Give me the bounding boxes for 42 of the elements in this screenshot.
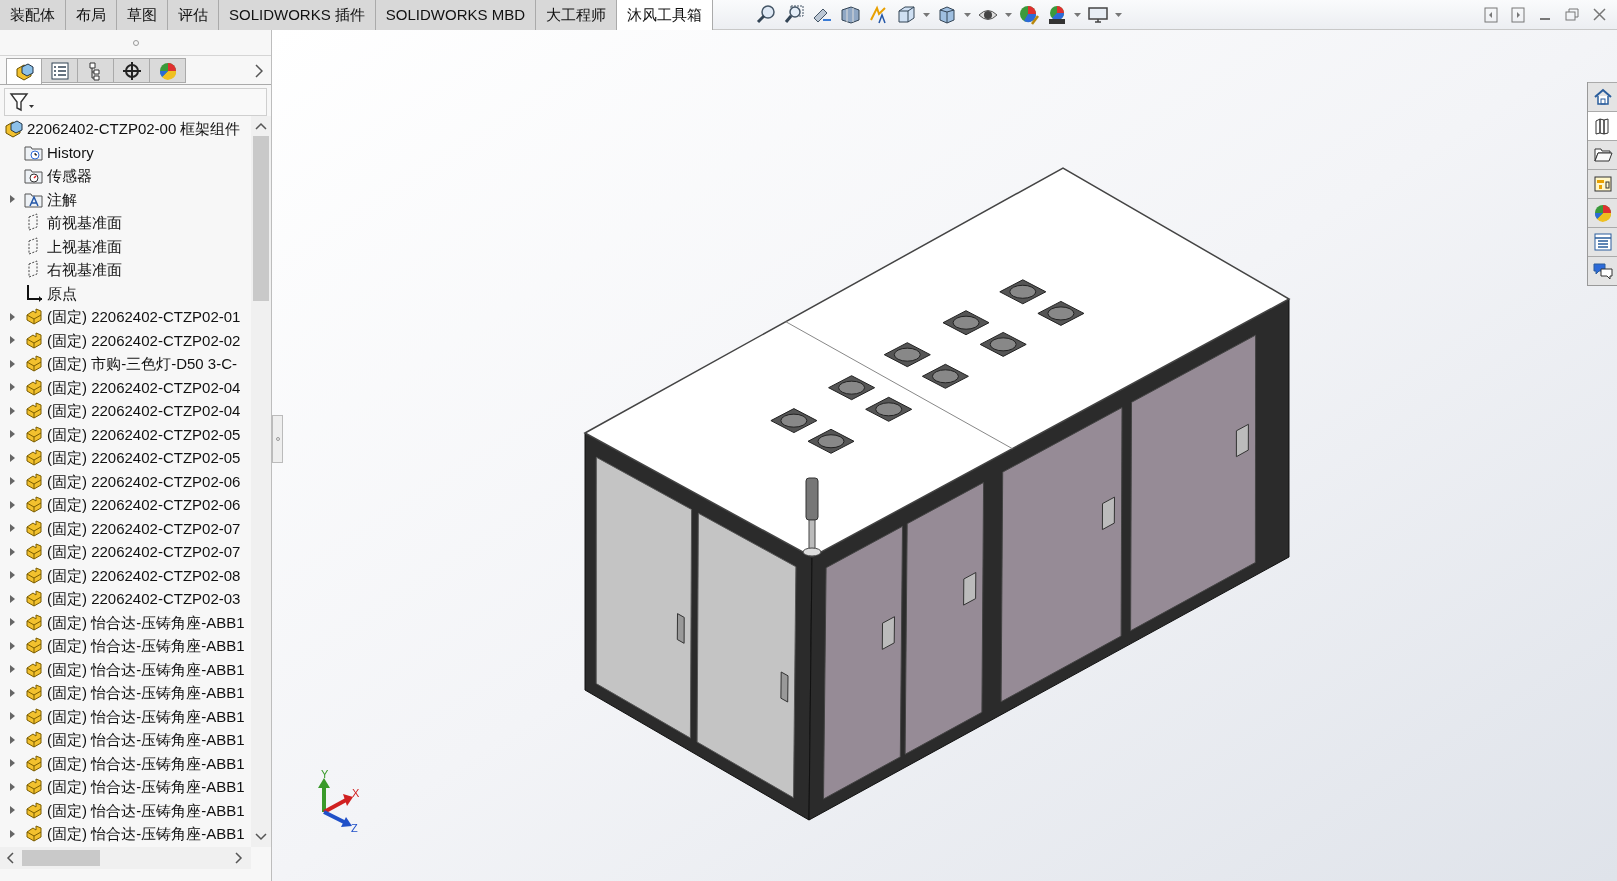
tree-item-label[interactable]: (固定) 22062402-CTZP02-07: [47, 520, 241, 536]
tree-item-label[interactable]: (固定) 22062402-CTZP02-04: [47, 379, 241, 395]
tree-item-label[interactable]: (固定) 怡合达-压铸角座-ABB1: [47, 826, 245, 842]
axis-label: Z: [351, 822, 358, 834]
ribbon-tab[interactable]: 沐风工具箱: [617, 0, 714, 31]
tree-item-label[interactable]: 右视基准面: [47, 262, 122, 278]
tree-item-label[interactable]: (固定) 22062402-CTZP02-03: [47, 591, 241, 607]
ribbon-tab[interactable]: 大工程师: [536, 0, 618, 30]
ribbon-tab[interactable]: 草图: [117, 0, 168, 30]
tree-item-label[interactable]: 传感器: [47, 168, 92, 184]
tree-item-label[interactable]: (固定) 22062402-CTZP02-01: [47, 309, 241, 325]
tree-item-label[interactable]: (固定) 怡合达-压铸角座-ABB1: [47, 802, 245, 818]
axis-label: Y: [321, 768, 329, 780]
tree-item-label[interactable]: (固定) 22062402-CTZP02-08: [47, 567, 241, 583]
axis-label: X: [352, 787, 360, 799]
tree-item-label[interactable]: (固定) 怡合达-压铸角座-ABB1: [47, 685, 245, 701]
tree-item-label[interactable]: 注解: [47, 191, 77, 207]
ribbon-tab[interactable]: SOLIDWORKS MBD: [375, 0, 537, 30]
tree-item-label[interactable]: 22062402-CTZP02-00 框架组件: [27, 121, 241, 137]
tree-item-label[interactable]: (固定) 22062402-CTZP02-06: [47, 473, 241, 489]
tree-item-label[interactable]: (固定) 22062402-CTZP02-02: [47, 332, 241, 348]
tree-item-label[interactable]: 上视基准面: [47, 238, 122, 254]
tree-item-label[interactable]: (固定) 22062402-CTZP02-05: [47, 450, 241, 466]
ribbon-tab[interactable]: SOLIDWORKS 插件: [219, 0, 376, 30]
ribbon-tab[interactable]: 评估: [168, 0, 219, 30]
tree-item-label[interactable]: (固定) 怡合达-压铸角座-ABB1: [47, 755, 245, 771]
tree-item-label[interactable]: (固定) 22062402-CTZP02-04: [47, 403, 241, 419]
tree-item-label[interactable]: (固定) 怡合达-压铸角座-ABB1: [47, 638, 245, 654]
tree-item-label[interactable]: (固定) 怡合达-压铸角座-ABB1: [47, 708, 245, 724]
tree-item-label[interactable]: History: [47, 144, 94, 160]
tree-item-label[interactable]: (固定) 22062402-CTZP02-07: [47, 544, 241, 560]
tree-item-label[interactable]: (固定) 市购-三色灯-D50 3-C-: [47, 356, 237, 372]
tree-item-label[interactable]: (固定) 怡合达-压铸角座-ABB1: [47, 732, 245, 748]
tree-item-label[interactable]: 前视基准面: [47, 215, 122, 231]
tree-item-label[interactable]: (固定) 怡合达-压铸角座-ABB1: [47, 614, 245, 630]
tree-item-label[interactable]: (固定) 22062402-CTZP02-05: [47, 426, 241, 442]
tree-item-label[interactable]: 原点: [47, 285, 77, 301]
tree-item-label[interactable]: (固定) 怡合达-压铸角座-ABB1: [47, 779, 245, 795]
ribbon-tab[interactable]: 布局: [66, 0, 117, 30]
tree-item-label[interactable]: (固定) 22062402-CTZP02-06: [47, 497, 241, 513]
ribbon-tab[interactable]: 装配体: [0, 0, 66, 30]
tree-item-label[interactable]: (固定) 怡合达-压铸角座-ABB1: [47, 661, 245, 677]
